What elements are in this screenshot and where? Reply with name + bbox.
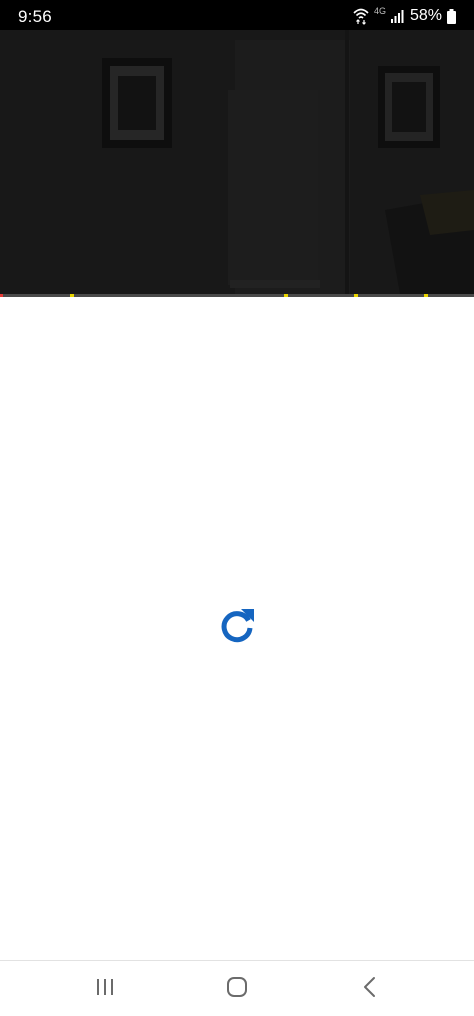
status-time: 9:56 — [18, 7, 52, 26]
signal-icon — [390, 9, 405, 23]
home-button[interactable] — [213, 969, 261, 1009]
battery-percent: 58% — [409, 7, 442, 24]
status-bar: 9:56 4G 58% — [0, 0, 474, 30]
back-button[interactable] — [346, 969, 394, 1009]
battery-icon — [447, 8, 456, 24]
reload-button[interactable] — [213, 604, 261, 652]
video-frame — [0, 30, 474, 294]
navigation-bar — [0, 960, 474, 1016]
wifi-icon — [353, 7, 369, 25]
mobile-data-icon: 4G — [374, 7, 386, 25]
content-area — [0, 297, 474, 960]
network-type-label: 4G — [373, 6, 386, 16]
reload-icon — [217, 606, 257, 651]
video-player[interactable] — [0, 30, 474, 294]
back-icon — [360, 976, 380, 1003]
recent-apps-icon — [95, 977, 115, 1002]
home-icon — [226, 976, 248, 1003]
recent-apps-button[interactable] — [81, 969, 129, 1009]
status-icons: 4G 58% — [353, 6, 456, 26]
